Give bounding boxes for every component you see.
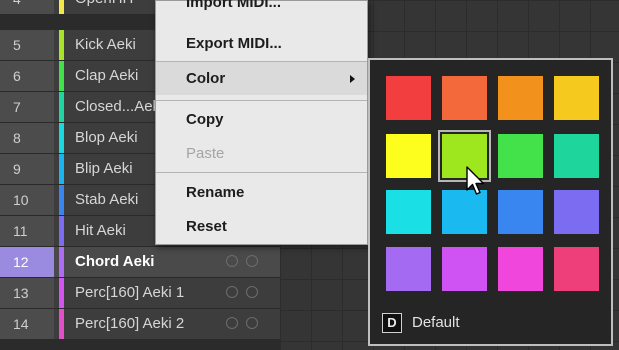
menu-divider — [156, 100, 367, 101]
sound-name: Kick Aeki — [75, 36, 136, 53]
sound-row-selected[interactable]: 12 Chord Aeki — [0, 247, 280, 278]
sound-number: 6 — [0, 61, 54, 91]
color-picker-submenu: D Default — [368, 58, 613, 346]
solo-knob-icon[interactable] — [226, 255, 238, 267]
sound-color-swatch — [59, 30, 64, 60]
color-swatch[interactable] — [386, 134, 431, 178]
menu-item-rename[interactable]: Rename — [156, 176, 367, 209]
solo-knob-icon[interactable] — [226, 317, 238, 329]
sound-color-swatch — [59, 61, 64, 91]
default-key-badge: D — [382, 313, 402, 333]
solo-knob-icon[interactable] — [226, 286, 238, 298]
sound-number: 10 — [0, 185, 54, 215]
sound-name: Chord Aeki — [75, 253, 155, 270]
menu-item-reset[interactable]: Reset — [156, 210, 367, 243]
sound-name: Perc[160] Aeki 1 — [75, 284, 185, 301]
row-divider — [0, 339, 280, 340]
sound-name: Hit Aeki — [75, 222, 126, 239]
context-menu: Import MIDI... Export MIDI... Color Copy… — [155, 0, 368, 245]
menu-item-copy[interactable]: Copy — [156, 103, 367, 136]
sound-color-swatch — [59, 278, 64, 308]
mute-power-icon[interactable] — [246, 255, 258, 267]
sound-name: OpenHH — [75, 0, 133, 14]
sound-name: Perc[160] Aeki 2 — [75, 315, 185, 332]
color-swatch[interactable] — [386, 247, 431, 291]
sound-number: 14 — [0, 309, 54, 339]
sound-color-swatch — [59, 309, 64, 339]
sound-number: 7 — [0, 92, 54, 122]
color-swatch[interactable] — [554, 76, 599, 120]
sound-number: 5 — [0, 30, 54, 60]
sound-color-swatch — [59, 0, 64, 14]
color-swatch[interactable] — [554, 190, 599, 234]
menu-item-import-midi[interactable]: Import MIDI... — [156, 0, 367, 19]
sound-color-swatch — [59, 92, 64, 122]
color-swatch[interactable] — [498, 190, 543, 234]
color-swatch[interactable] — [442, 76, 487, 120]
color-swatch[interactable] — [554, 247, 599, 291]
sound-number: 8 — [0, 123, 54, 153]
submenu-arrow-icon — [350, 75, 355, 83]
sound-number: 4 — [0, 0, 54, 14]
mute-power-icon[interactable] — [246, 286, 258, 298]
color-swatch[interactable] — [386, 76, 431, 120]
sound-number: 9 — [0, 154, 54, 184]
color-swatch[interactable] — [442, 247, 487, 291]
sound-name: Blop Aeki — [75, 129, 138, 146]
sound-name: Closed...Aeki — [75, 98, 164, 115]
sound-name: Stab Aeki — [75, 191, 139, 208]
sound-row[interactable]: 14 Perc[160] Aeki 2 — [0, 309, 280, 340]
sound-color-swatch — [59, 216, 64, 246]
default-color-label: Default — [412, 314, 460, 331]
menu-divider — [156, 172, 367, 173]
sound-color-swatch — [59, 247, 64, 277]
mute-power-icon[interactable] — [246, 317, 258, 329]
menu-item-color-label: Color — [186, 70, 226, 87]
color-swatch[interactable] — [498, 76, 543, 120]
color-swatch[interactable] — [498, 247, 543, 291]
menu-item-color[interactable]: Color — [156, 62, 367, 95]
arrow-pointer-icon — [466, 166, 485, 195]
menu-item-paste: Paste — [186, 145, 225, 162]
sound-name: Blip Aeki — [75, 160, 133, 177]
sound-name: Clap Aeki — [75, 67, 139, 84]
sound-color-swatch — [59, 123, 64, 153]
color-swatch[interactable] — [498, 134, 543, 178]
sound-color-swatch — [59, 185, 64, 215]
sound-row[interactable]: 13 Perc[160] Aeki 1 — [0, 278, 280, 309]
sound-number: 12 — [0, 247, 54, 277]
sound-color-swatch — [59, 154, 64, 184]
menu-item-export-midi[interactable]: Export MIDI... — [156, 27, 367, 60]
color-swatch[interactable] — [386, 190, 431, 234]
color-swatch[interactable] — [554, 134, 599, 178]
sound-number: 13 — [0, 278, 54, 308]
sound-number: 11 — [0, 216, 54, 246]
